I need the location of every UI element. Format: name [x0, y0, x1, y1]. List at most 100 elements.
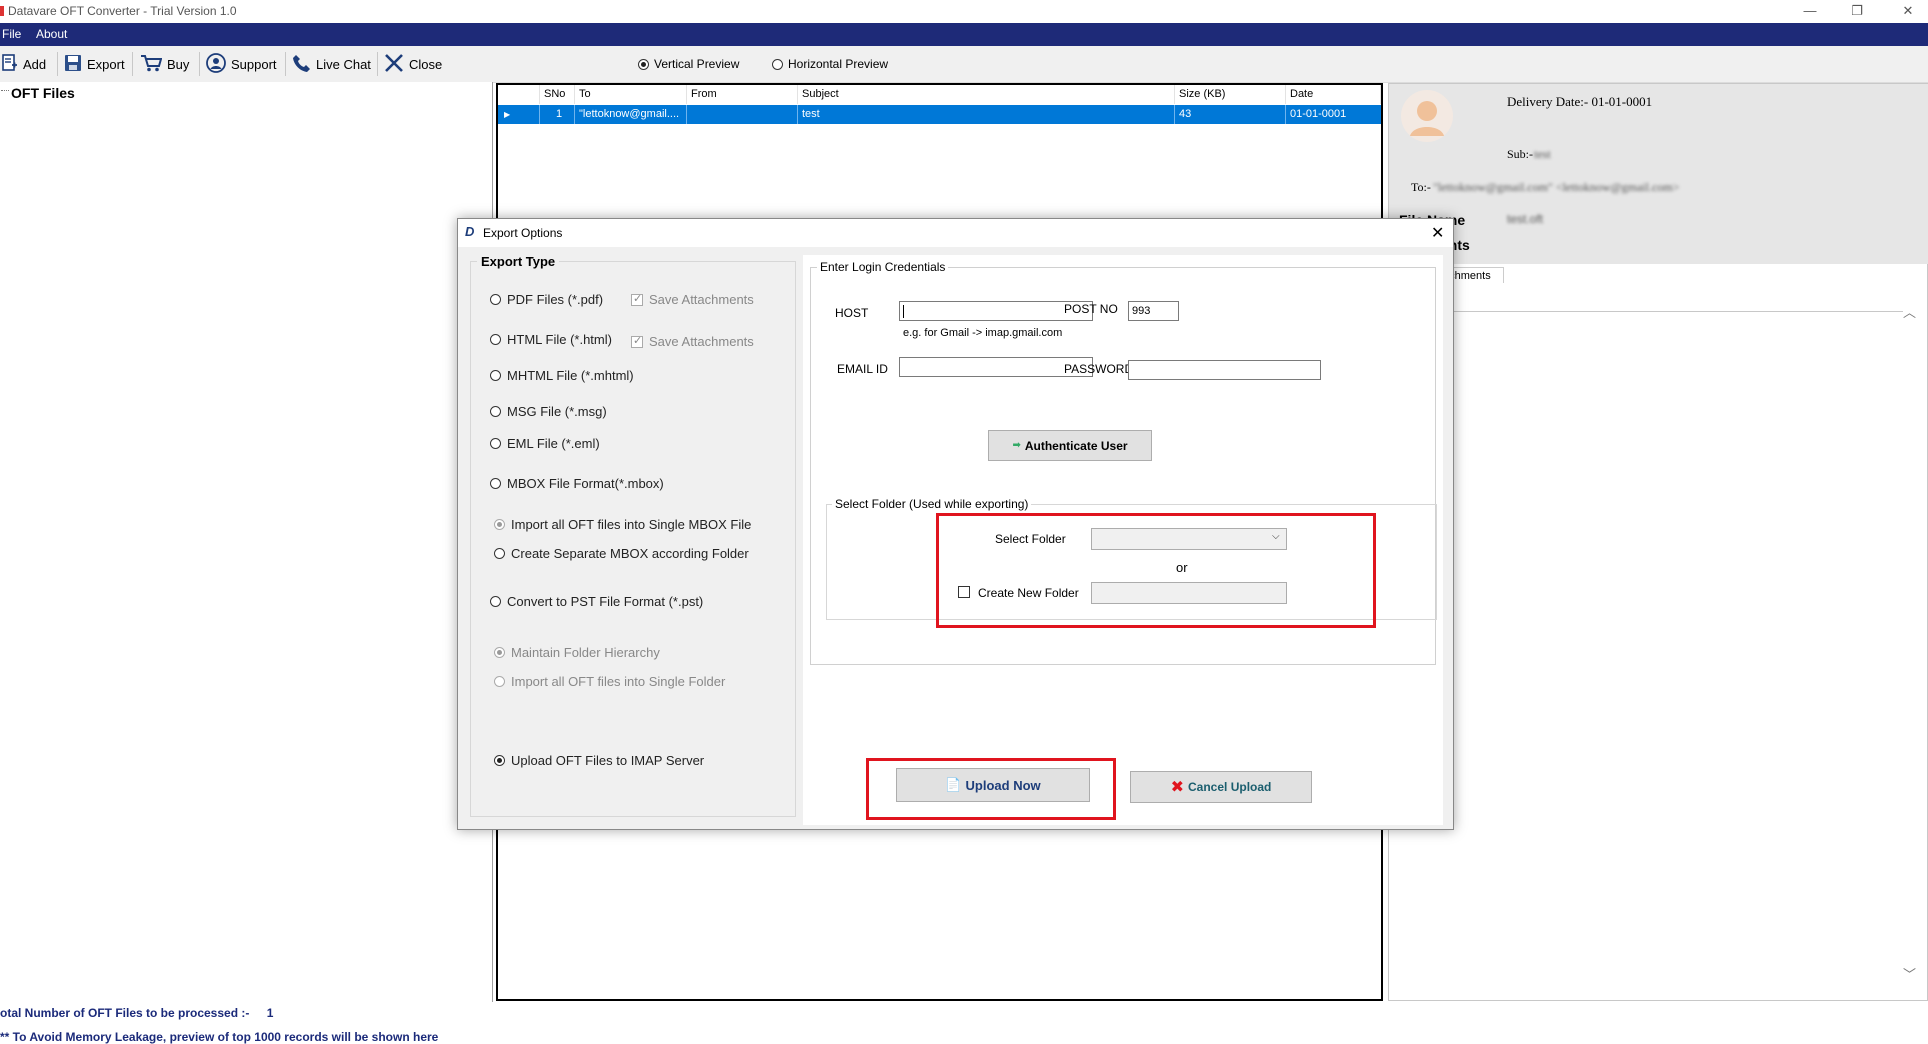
add-file-icon: [2, 53, 18, 75]
mbox-label: MBOX File Format(*.mbox): [507, 476, 664, 491]
html-radio[interactable]: [490, 334, 501, 345]
tree-root-oft-files[interactable]: OFT Files: [11, 85, 75, 101]
select-folder-dropdown[interactable]: [1091, 528, 1287, 550]
pst-hierarchy-label: Maintain Folder Hierarchy: [511, 645, 660, 660]
chevron-down-icon[interactable]: ⌵: [1272, 531, 1280, 542]
restore-button[interactable]: ❐: [1842, 2, 1872, 20]
credentials-title: Enter Login Credentials: [817, 260, 949, 274]
tree-connector: [1, 90, 9, 91]
option-msg[interactable]: MSG File (*.msg): [490, 404, 607, 419]
to-label: To:-: [1411, 180, 1431, 194]
toolbar: Add Export Buy Support Live Chat Close V…: [0, 46, 1928, 83]
status-total-value: 1: [266, 1006, 274, 1020]
port-label: POST NO: [1064, 302, 1118, 316]
authenticate-user-button[interactable]: ➡ Authenticate User: [988, 430, 1152, 461]
create-new-folder-checkbox[interactable]: [958, 586, 970, 598]
dialog-close-button[interactable]: ✕: [1431, 223, 1444, 243]
column-header-to[interactable]: To: [575, 85, 687, 104]
vertical-preview-radio[interactable]: [638, 58, 649, 70]
cell-size: 43: [1175, 105, 1286, 124]
html-save-attachments-checkbox[interactable]: [631, 334, 643, 348]
upload-file-icon: 📄: [945, 777, 962, 792]
scroll-up-icon[interactable]: ︿: [1903, 302, 1916, 321]
subject-value: test: [1534, 147, 1551, 161]
vertical-preview-option[interactable]: Vertical Preview: [638, 52, 739, 76]
option-mbox-separate[interactable]: Create Separate MBOX according Folder: [494, 546, 749, 561]
select-folder-title: Select Folder (Used while exporting): [832, 497, 1032, 511]
column-header-date[interactable]: Date: [1286, 85, 1381, 104]
app-icon: [0, 6, 4, 16]
option-html[interactable]: HTML File (*.html): [490, 332, 612, 347]
pst-single-radio[interactable]: [494, 676, 505, 687]
folder-highlight: Select Folder ⌵ or Create New Folder: [936, 513, 1376, 628]
pdf-save-attachments[interactable]: Save Attachments: [631, 292, 754, 307]
option-mhtml[interactable]: MHTML File (*.mhtml): [490, 368, 634, 383]
menu-about[interactable]: About: [36, 27, 67, 41]
column-header-sno[interactable]: SNo: [540, 85, 575, 104]
close-x-icon: [384, 53, 404, 76]
to-value: "lettoknow@gmail.com" <lettoknow@gmail.c…: [1433, 180, 1680, 194]
menu-file[interactable]: File: [2, 27, 21, 41]
mbox-single-radio[interactable]: [494, 519, 505, 530]
subject-label: Sub:-: [1507, 147, 1534, 161]
mhtml-radio[interactable]: [490, 370, 501, 381]
table-row[interactable]: ▶ 1 "lettoknow@gmail.... test 43 01-01-0…: [498, 105, 1381, 124]
pdf-save-attachments-checkbox[interactable]: [631, 292, 643, 306]
mbox-radio[interactable]: [490, 478, 501, 489]
or-label: or: [1176, 560, 1188, 575]
preview-header: Delivery Date:- 01-01-0001 Sub:- test To…: [1389, 84, 1928, 264]
dialog-title: Export Options: [483, 226, 563, 240]
scroll-down-icon[interactable]: ﹀: [1903, 964, 1916, 983]
horizontal-preview-radio[interactable]: [772, 58, 783, 70]
buy-button[interactable]: Buy: [140, 52, 189, 76]
close-button[interactable]: Close: [384, 52, 442, 76]
add-button[interactable]: Add: [2, 52, 46, 76]
mbox-separate-label: Create Separate MBOX according Folder: [511, 546, 749, 561]
support-button[interactable]: Support: [206, 52, 277, 76]
html-save-attachments[interactable]: Save Attachments: [631, 334, 754, 349]
horizontal-preview-option[interactable]: Horizontal Preview: [772, 52, 888, 76]
phone-icon: [293, 54, 311, 75]
password-input[interactable]: [1128, 360, 1321, 380]
column-header-subject[interactable]: Subject: [798, 85, 1175, 104]
new-folder-input[interactable]: [1091, 582, 1287, 604]
cancel-x-icon: ✖: [1170, 779, 1185, 796]
imap-radio[interactable]: [494, 755, 505, 766]
toolbar-divider: [57, 52, 58, 76]
msg-radio[interactable]: [490, 406, 501, 417]
status-total: otal Number of OFT Files to be processed…: [0, 1006, 273, 1020]
user-avatar-icon: [1410, 101, 1444, 136]
option-eml[interactable]: EML File (*.eml): [490, 436, 600, 451]
mhtml-label: MHTML File (*.mhtml): [507, 368, 634, 383]
option-pdf[interactable]: PDF Files (*.pdf): [490, 292, 603, 307]
port-input[interactable]: 993: [1128, 301, 1179, 321]
option-pst-hierarchy[interactable]: Maintain Folder Hierarchy: [494, 645, 660, 660]
pst-hierarchy-radio[interactable]: [494, 647, 505, 658]
mbox-separate-radio[interactable]: [494, 548, 505, 559]
cancel-upload-button[interactable]: ✖ Cancel Upload: [1130, 771, 1312, 803]
file-name-value: test.oft: [1507, 212, 1544, 226]
window-close-button[interactable]: ✕: [1893, 2, 1923, 20]
cell-from: [687, 105, 798, 124]
eml-radio[interactable]: [490, 438, 501, 449]
pst-radio[interactable]: [490, 596, 501, 607]
option-mbox[interactable]: MBOX File Format(*.mbox): [490, 476, 664, 491]
toolbar-divider: [377, 52, 378, 76]
cell-sno: 1: [540, 105, 575, 124]
live-chat-button[interactable]: Live Chat: [293, 52, 371, 76]
status-total-label: otal Number of OFT Files to be processed…: [0, 1006, 250, 1020]
option-pst[interactable]: Convert to PST File Format (*.pst): [490, 594, 703, 609]
option-pst-single[interactable]: Import all OFT files into Single Folder: [494, 674, 725, 689]
minimize-button[interactable]: —: [1795, 2, 1825, 20]
app-logo-icon: D: [465, 224, 475, 239]
column-header-from[interactable]: From: [687, 85, 798, 104]
cell-date: 01-01-0001: [1290, 108, 1347, 120]
pdf-radio[interactable]: [490, 294, 501, 305]
text-cursor: [903, 305, 904, 318]
option-mbox-single[interactable]: Import all OFT files into Single MBOX Fi…: [494, 517, 751, 532]
mbox-single-label: Import all OFT files into Single MBOX Fi…: [511, 517, 752, 532]
column-header-size[interactable]: Size (KB): [1175, 85, 1286, 104]
option-imap[interactable]: Upload OFT Files to IMAP Server: [494, 753, 704, 768]
upload-now-button[interactable]: 📄 Upload Now: [896, 768, 1090, 802]
export-button[interactable]: Export: [64, 52, 125, 76]
